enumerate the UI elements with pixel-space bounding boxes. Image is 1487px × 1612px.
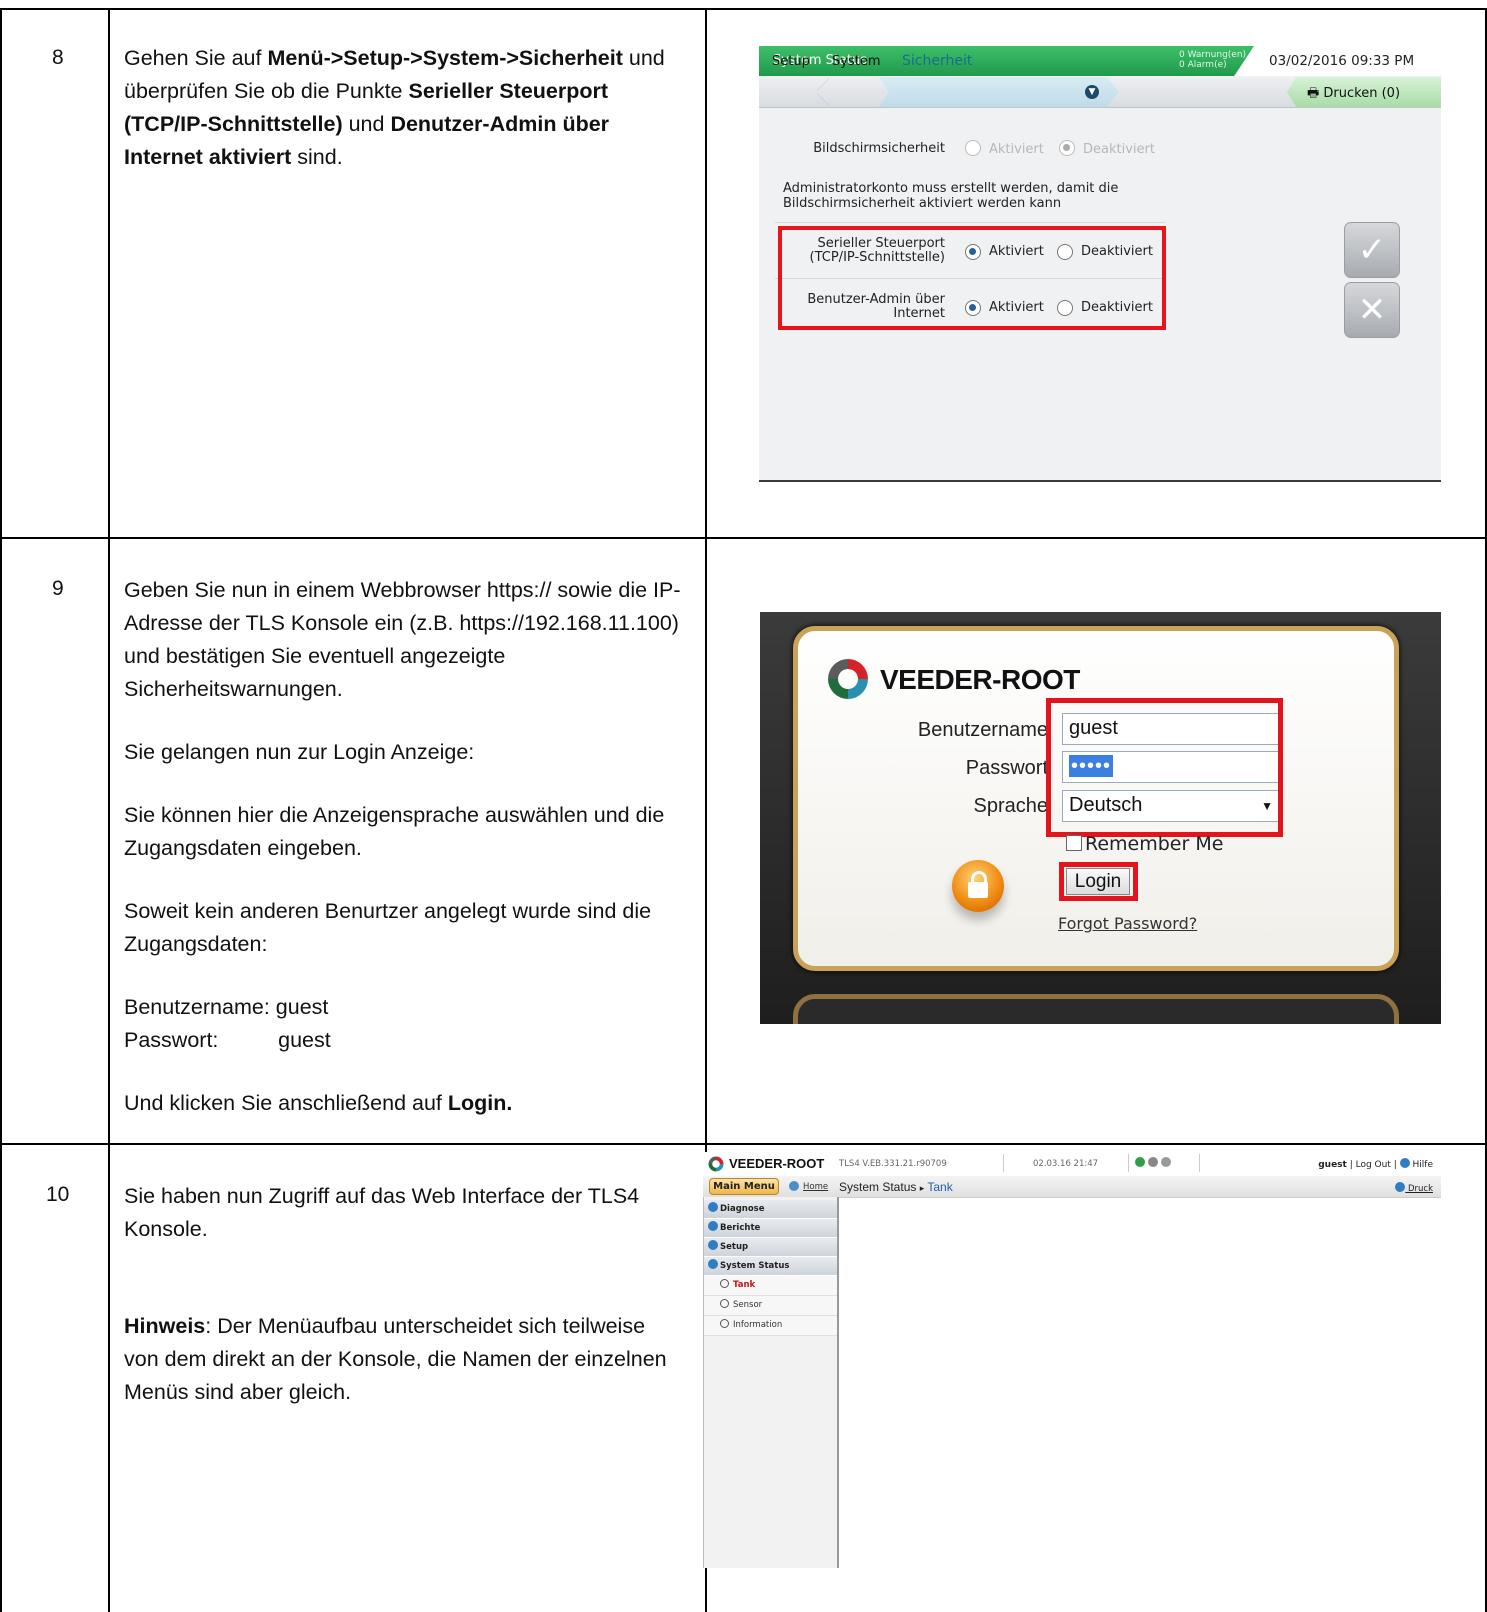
step-number: 10 — [46, 1183, 70, 1206]
sidebar-item-setup[interactable]: Setup — [704, 1238, 837, 1257]
console-screenshot: System Status 0 Warnung(en) 0 Alarm(e) 03… — [759, 46, 1441, 496]
step-number: 8 — [52, 46, 64, 69]
table-border-top — [0, 8, 1487, 10]
step-number: 9 — [52, 577, 64, 600]
web-datetime: 02.03.16 21:47 — [1033, 1159, 1099, 1169]
breadcrumb-sicherheit[interactable]: Sicherheit — [902, 53, 972, 69]
print-icon — [1395, 1182, 1406, 1192]
sidebar-subitem-tank[interactable]: Tank — [704, 1276, 837, 1296]
remember-me-checkbox[interactable] — [1066, 835, 1082, 851]
sensor-icon — [720, 1299, 729, 1308]
screen-security-label: Bildschirmsicherheit — [813, 141, 945, 156]
forgot-password-link[interactable]: Forgot Password? — [1058, 914, 1197, 933]
setup-icon — [708, 1240, 718, 1250]
brand-name: VEEDER-ROOT — [880, 664, 1080, 695]
console-datetime: 03/02/2016 09:33 PM — [1269, 53, 1415, 69]
firmware-version: TLS4 V.EB.331.21.r90709 — [839, 1159, 947, 1169]
main-menu-button[interactable]: Main Menu — [709, 1178, 779, 1195]
alarm-status-icon[interactable] — [1161, 1157, 1171, 1167]
info-icon — [720, 1319, 729, 1328]
tank-icon — [720, 1279, 729, 1288]
home-link[interactable]: Home — [803, 1182, 828, 1192]
sidebar-item-berichte[interactable]: Berichte — [704, 1219, 837, 1238]
screen-security-on-radio[interactable] — [965, 140, 981, 156]
close-icon: ✕ — [1357, 290, 1387, 330]
veeder-root-logo-icon — [708, 1156, 724, 1172]
web-interface-screenshot: VEEDER-ROOT TLS4 V.EB.331.21.r90709 02.0… — [703, 1152, 1441, 1568]
ok-status-icon[interactable] — [1135, 1157, 1145, 1167]
cancel-button[interactable]: ✕ — [1344, 282, 1400, 338]
warning-status-icon[interactable] — [1148, 1157, 1158, 1167]
lock-icon — [952, 860, 1004, 912]
print-label: 🖶 Drucken (0) — [1307, 86, 1401, 101]
sidebar: Diagnose Berichte Setup System Status Ta… — [703, 1197, 839, 1568]
user-links: guest | Log Out | Hilfe — [1318, 1158, 1433, 1170]
breadcrumb-system[interactable]: System — [832, 54, 880, 69]
sidebar-item-system-status[interactable]: System Status — [704, 1257, 837, 1276]
table-row-divider-1 — [0, 537, 1487, 539]
login-button[interactable]: Login — [1066, 868, 1130, 895]
breadcrumb-tank[interactable]: Tank — [927, 1180, 952, 1194]
screen-security-off-label: Deaktiviert — [1083, 142, 1155, 157]
system-status-icon — [708, 1259, 718, 1269]
step-description: Sie haben nun Zugriff auf das Web Interf… — [124, 1184, 667, 1404]
home-icon[interactable] — [789, 1181, 799, 1191]
confirm-button[interactable]: ✓ — [1344, 222, 1400, 278]
sidebar-subitem-information[interactable]: Information — [704, 1316, 837, 1336]
diagnose-icon — [708, 1202, 718, 1212]
breadcrumb-setup[interactable]: Setup — [772, 54, 810, 69]
printer-icon: 🖶 — [1307, 86, 1320, 101]
logout-link[interactable]: Log Out — [1356, 1160, 1391, 1170]
login-screenshot: VEEDER-ROOT Benutzername guest Passwort … — [760, 612, 1441, 1024]
chevron-down-icon[interactable]: ▼ — [1085, 85, 1099, 99]
username-label: Benutzername — [917, 719, 1048, 741]
step-description: Geben Sie nun in einem Webbrowser https:… — [124, 578, 681, 1115]
language-label: Sprache — [973, 795, 1049, 817]
brand-name: VEEDER-ROOT — [729, 1156, 825, 1171]
username: guest — [1318, 1160, 1347, 1170]
screen-security-off-radio[interactable] — [1059, 140, 1075, 156]
help-link[interactable]: Hilfe — [1413, 1160, 1433, 1170]
highlight-box — [1046, 698, 1283, 837]
table-border-col1 — [108, 8, 110, 1612]
veeder-root-logo-icon — [828, 659, 868, 699]
sidebar-subitem-sensor[interactable]: Sensor — [704, 1296, 837, 1316]
screen-security-on-label: Aktiviert — [989, 142, 1044, 157]
password-label: Passwort — [965, 757, 1048, 779]
breadcrumb-system-status[interactable]: System Status — [839, 1180, 916, 1194]
reports-icon — [708, 1221, 718, 1231]
highlight-box — [778, 226, 1166, 330]
warnings-count: 0 Warnung(en) 0 Alarm(e) — [1179, 50, 1247, 70]
breadcrumb: System Status ▸ Tank — [839, 1180, 953, 1194]
help-icon[interactable] — [1399, 1158, 1410, 1168]
sidebar-item-diagnose[interactable]: Diagnose — [704, 1200, 837, 1219]
remember-me[interactable]: Remember Me — [1066, 833, 1223, 855]
step-description: Gehen Sie auf Menü->Setup->System->Siche… — [124, 46, 665, 169]
admin-note: Administratorkonto muss erstellt werden,… — [783, 181, 1119, 211]
table-row-divider-2 — [0, 1143, 1487, 1145]
print-link[interactable]: Druck — [1395, 1182, 1433, 1194]
table-border-left — [0, 8, 2, 1612]
check-icon: ✓ — [1357, 230, 1387, 270]
breadcrumb-separator: ▸ — [919, 1183, 925, 1193]
